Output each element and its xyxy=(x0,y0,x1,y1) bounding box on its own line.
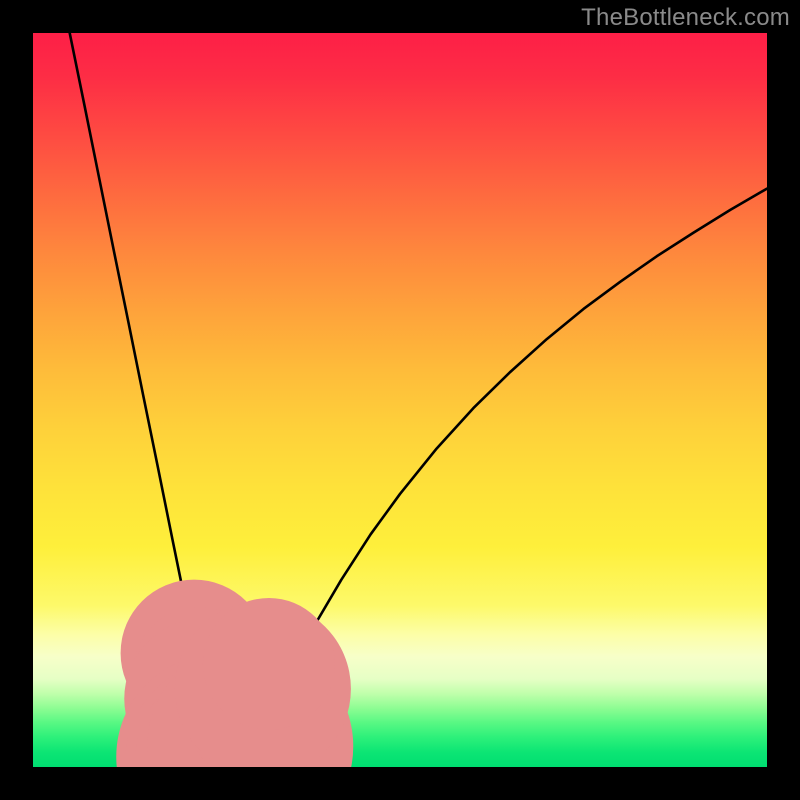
watermark-text: TheBottleneck.com xyxy=(581,4,790,32)
data-marker xyxy=(203,597,335,729)
plot-area xyxy=(33,33,767,767)
chart-frame: TheBottleneck.com xyxy=(0,0,800,800)
